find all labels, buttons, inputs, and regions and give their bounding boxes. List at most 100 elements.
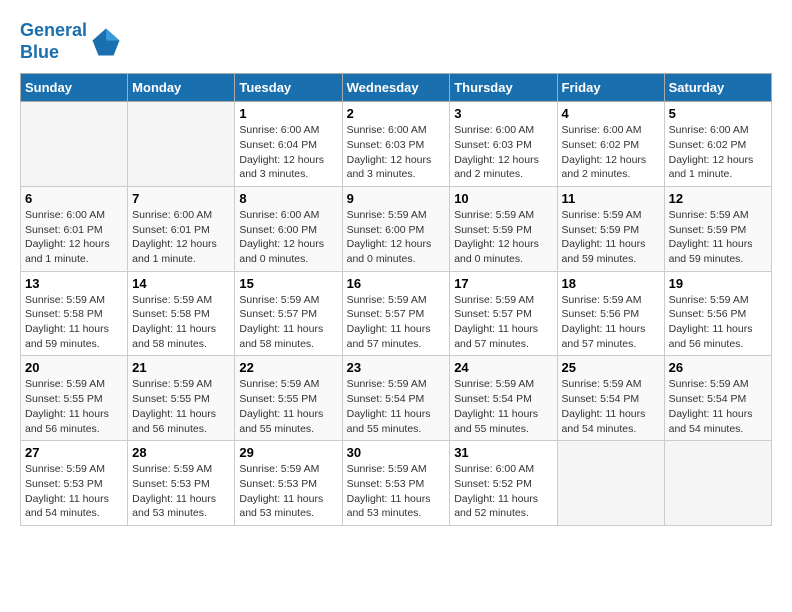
day-info: Sunrise: 6:00 AMSunset: 6:00 PMDaylight:…	[239, 208, 337, 267]
calendar-week-2: 6 Sunrise: 6:00 AMSunset: 6:01 PMDaylight…	[21, 186, 772, 271]
day-info: Sunrise: 5:59 AMSunset: 5:56 PMDaylight:…	[562, 293, 660, 352]
day-number: 24	[454, 360, 552, 375]
day-number: 29	[239, 445, 337, 460]
calendar-cell: 29 Sunrise: 5:59 AMSunset: 5:53 PMDayligh…	[235, 441, 342, 526]
calendar-cell	[21, 102, 128, 187]
day-info: Sunrise: 5:59 AMSunset: 5:54 PMDaylight:…	[454, 377, 552, 436]
calendar-cell: 12Sunrise: 5:59 AMSunset: 5:59 PMDayligh…	[664, 186, 771, 271]
day-number: 10	[454, 191, 552, 206]
day-info: Sunrise: 5:59 AMSunset: 5:59 PMDaylight:…	[562, 208, 660, 267]
day-number: 9	[347, 191, 446, 206]
day-number: 19	[669, 276, 767, 291]
calendar-cell: 20 Sunrise: 5:59 AMSunset: 5:55 PMDayligh…	[21, 356, 128, 441]
calendar-cell: 19 Sunrise: 5:59 AMSunset: 5:56 PMDayligh…	[664, 271, 771, 356]
calendar-cell	[664, 441, 771, 526]
day-info: Sunrise: 5:59 AMSunset: 5:53 PMDaylight:…	[25, 462, 123, 521]
calendar-cell: 2 Sunrise: 6:00 AMSunset: 6:03 PMDaylight…	[342, 102, 450, 187]
day-info: Sunrise: 6:00 AMSunset: 6:01 PMDaylight:…	[132, 208, 230, 267]
day-number: 4	[562, 106, 660, 121]
day-info: Sunrise: 5:59 AMSunset: 5:53 PMDaylight:…	[132, 462, 230, 521]
calendar-cell: 17Sunrise: 5:59 AMSunset: 5:57 PMDayligh…	[450, 271, 557, 356]
calendar-week-1: 1Sunrise: 6:00 AMSunset: 6:04 PMDaylight…	[21, 102, 772, 187]
weekday-header-wednesday: Wednesday	[342, 74, 450, 102]
day-number: 8	[239, 191, 337, 206]
day-number: 16	[347, 276, 446, 291]
calendar-cell: 3 Sunrise: 6:00 AMSunset: 6:03 PMDaylight…	[450, 102, 557, 187]
calendar-cell: 13 Sunrise: 5:59 AMSunset: 5:58 PMDayligh…	[21, 271, 128, 356]
logo-icon	[91, 27, 121, 57]
day-number: 30	[347, 445, 446, 460]
calendar-week-4: 20 Sunrise: 5:59 AMSunset: 5:55 PMDayligh…	[21, 356, 772, 441]
calendar-cell: 30 Sunrise: 5:59 AMSunset: 5:53 PMDayligh…	[342, 441, 450, 526]
day-info: Sunrise: 5:59 AMSunset: 5:55 PMDaylight:…	[25, 377, 123, 436]
calendar-cell	[128, 102, 235, 187]
calendar-week-5: 27 Sunrise: 5:59 AMSunset: 5:53 PMDayligh…	[21, 441, 772, 526]
weekday-header-thursday: Thursday	[450, 74, 557, 102]
day-info: Sunrise: 5:59 AMSunset: 5:54 PMDaylight:…	[347, 377, 446, 436]
day-number: 15	[239, 276, 337, 291]
day-number: 1	[239, 106, 337, 121]
weekday-header-tuesday: Tuesday	[235, 74, 342, 102]
day-info: Sunrise: 5:59 AMSunset: 5:55 PMDaylight:…	[239, 377, 337, 436]
day-number: 7	[132, 191, 230, 206]
calendar-cell: 1Sunrise: 6:00 AMSunset: 6:04 PMDaylight…	[235, 102, 342, 187]
weekday-header-monday: Monday	[128, 74, 235, 102]
day-info: Sunrise: 5:59 AMSunset: 5:56 PMDaylight:…	[669, 293, 767, 352]
day-number: 2	[347, 106, 446, 121]
day-number: 5	[669, 106, 767, 121]
calendar-cell: 23 Sunrise: 5:59 AMSunset: 5:54 PMDayligh…	[342, 356, 450, 441]
logo-text: GeneralBlue	[20, 20, 87, 63]
calendar-cell	[557, 441, 664, 526]
calendar-cell: 7 Sunrise: 6:00 AMSunset: 6:01 PMDaylight…	[128, 186, 235, 271]
day-number: 20	[25, 360, 123, 375]
day-info: Sunrise: 5:59 AMSunset: 5:59 PMDaylight:…	[454, 208, 552, 267]
day-number: 3	[454, 106, 552, 121]
calendar-cell: 10 Sunrise: 5:59 AMSunset: 5:59 PMDayligh…	[450, 186, 557, 271]
day-info: Sunrise: 6:00 AMSunset: 6:03 PMDaylight:…	[347, 123, 446, 182]
day-info: Sunrise: 5:59 AMSunset: 5:57 PMDaylight:…	[239, 293, 337, 352]
calendar-cell: 22 Sunrise: 5:59 AMSunset: 5:55 PMDayligh…	[235, 356, 342, 441]
day-number: 14	[132, 276, 230, 291]
day-info: Sunrise: 5:59 AMSunset: 5:53 PMDaylight:…	[239, 462, 337, 521]
calendar-cell: 4 Sunrise: 6:00 AMSunset: 6:02 PMDaylight…	[557, 102, 664, 187]
calendar-cell: 26 Sunrise: 5:59 AMSunset: 5:54 PMDayligh…	[664, 356, 771, 441]
calendar-cell: 15 Sunrise: 5:59 AMSunset: 5:57 PMDayligh…	[235, 271, 342, 356]
day-number: 6	[25, 191, 123, 206]
weekday-header-sunday: Sunday	[21, 74, 128, 102]
calendar-cell: 31Sunrise: 6:00 AMSunset: 5:52 PMDayligh…	[450, 441, 557, 526]
calendar-cell: 11 Sunrise: 5:59 AMSunset: 5:59 PMDayligh…	[557, 186, 664, 271]
day-number: 22	[239, 360, 337, 375]
calendar-cell: 9 Sunrise: 5:59 AMSunset: 6:00 PMDaylight…	[342, 186, 450, 271]
day-info: Sunrise: 5:59 AMSunset: 5:58 PMDaylight:…	[25, 293, 123, 352]
day-info: Sunrise: 5:59 AMSunset: 5:54 PMDaylight:…	[669, 377, 767, 436]
calendar-cell: 8 Sunrise: 6:00 AMSunset: 6:00 PMDaylight…	[235, 186, 342, 271]
calendar-cell: 5Sunrise: 6:00 AMSunset: 6:02 PMDaylight…	[664, 102, 771, 187]
page-header: GeneralBlue	[20, 20, 772, 63]
day-number: 11	[562, 191, 660, 206]
day-info: Sunrise: 5:59 AMSunset: 5:55 PMDaylight:…	[132, 377, 230, 436]
calendar-cell: 18 Sunrise: 5:59 AMSunset: 5:56 PMDayligh…	[557, 271, 664, 356]
day-info: Sunrise: 5:59 AMSunset: 5:58 PMDaylight:…	[132, 293, 230, 352]
day-number: 21	[132, 360, 230, 375]
calendar-cell: 21 Sunrise: 5:59 AMSunset: 5:55 PMDayligh…	[128, 356, 235, 441]
day-number: 25	[562, 360, 660, 375]
day-number: 13	[25, 276, 123, 291]
day-info: Sunrise: 6:00 AMSunset: 6:02 PMDaylight:…	[562, 123, 660, 182]
day-info: Sunrise: 5:59 AMSunset: 6:00 PMDaylight:…	[347, 208, 446, 267]
weekday-header-friday: Friday	[557, 74, 664, 102]
day-info: Sunrise: 5:59 AMSunset: 5:53 PMDaylight:…	[347, 462, 446, 521]
calendar-table: SundayMondayTuesdayWednesdayThursdayFrid…	[20, 73, 772, 526]
day-number: 18	[562, 276, 660, 291]
day-number: 23	[347, 360, 446, 375]
day-info: Sunrise: 6:00 AMSunset: 6:03 PMDaylight:…	[454, 123, 552, 182]
calendar-cell: 28Sunrise: 5:59 AMSunset: 5:53 PMDayligh…	[128, 441, 235, 526]
calendar-cell: 24 Sunrise: 5:59 AMSunset: 5:54 PMDayligh…	[450, 356, 557, 441]
calendar-week-3: 13 Sunrise: 5:59 AMSunset: 5:58 PMDayligh…	[21, 271, 772, 356]
calendar-cell: 16Sunrise: 5:59 AMSunset: 5:57 PMDayligh…	[342, 271, 450, 356]
day-number: 27	[25, 445, 123, 460]
calendar-cell: 6Sunrise: 6:00 AMSunset: 6:01 PMDaylight…	[21, 186, 128, 271]
day-number: 26	[669, 360, 767, 375]
day-info: Sunrise: 5:59 AMSunset: 5:54 PMDaylight:…	[562, 377, 660, 436]
calendar-cell: 25 Sunrise: 5:59 AMSunset: 5:54 PMDayligh…	[557, 356, 664, 441]
calendar-cell: 14 Sunrise: 5:59 AMSunset: 5:58 PMDayligh…	[128, 271, 235, 356]
